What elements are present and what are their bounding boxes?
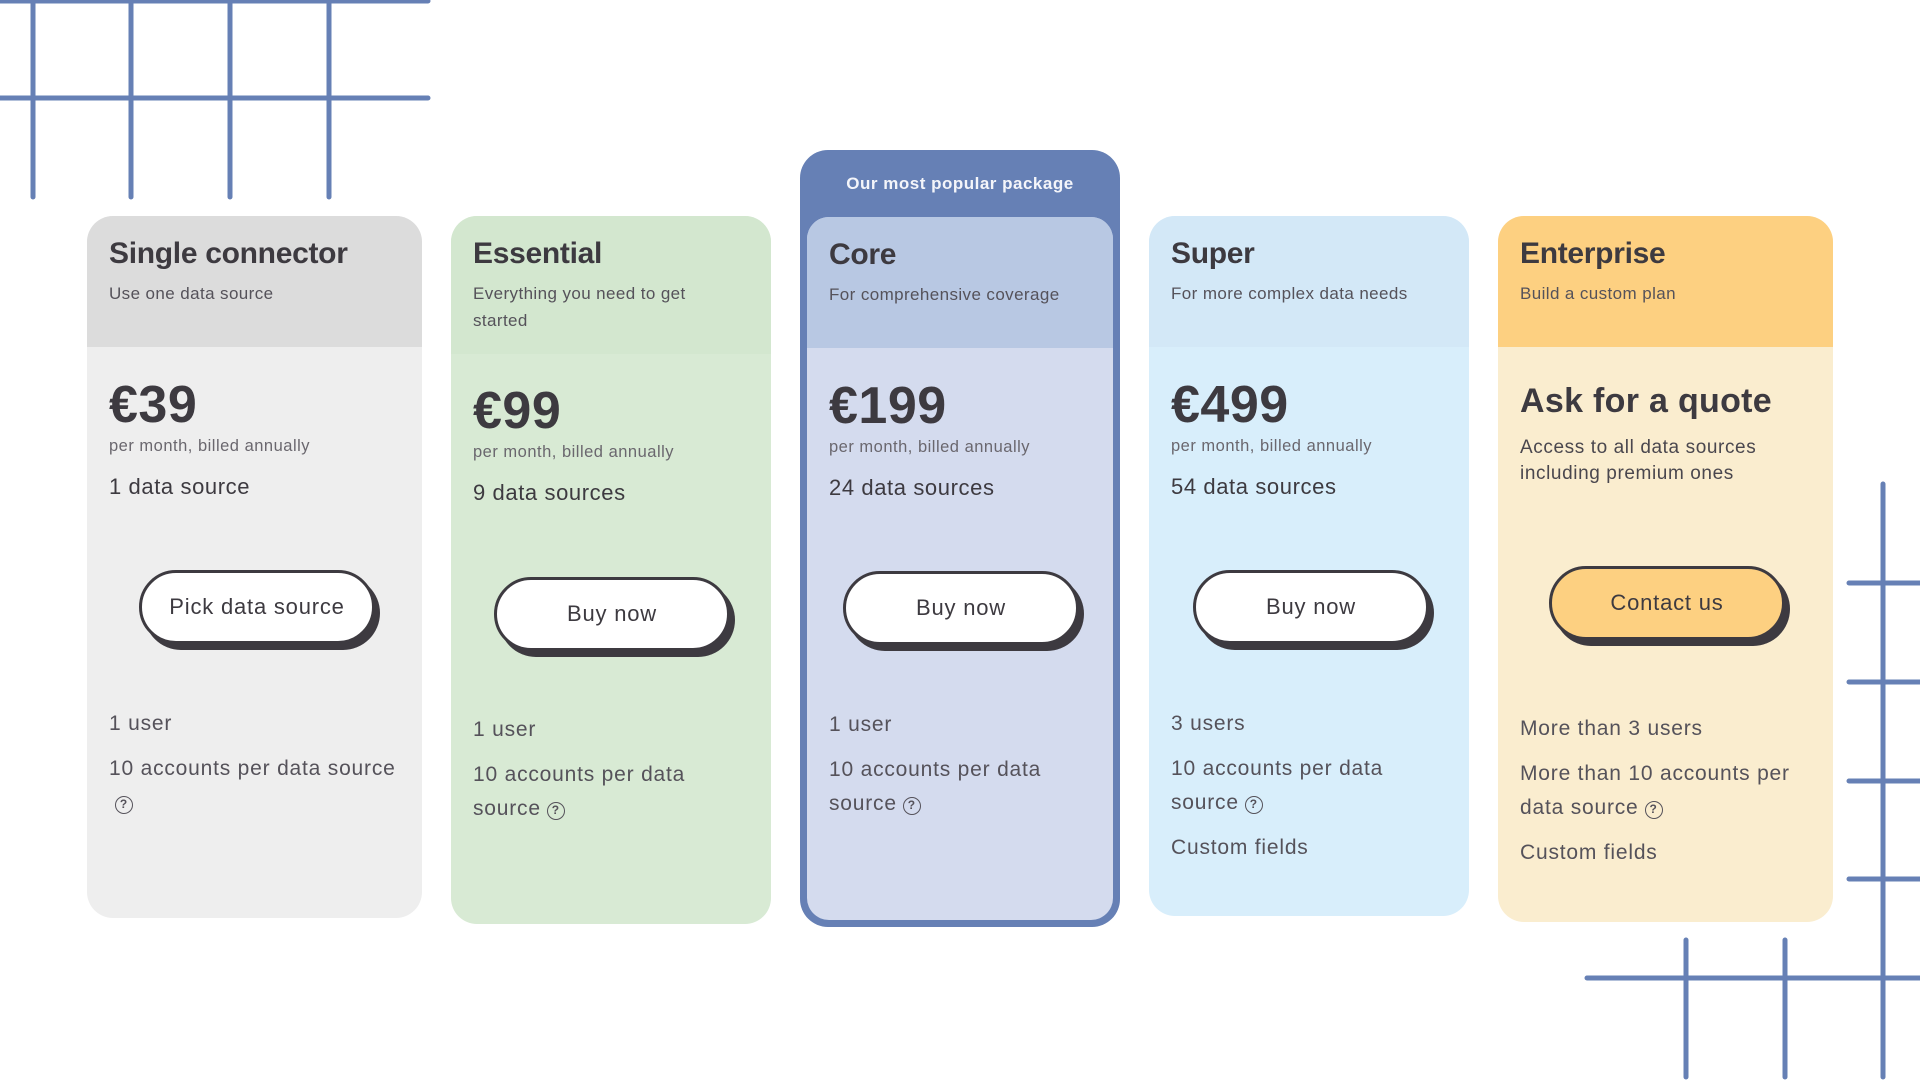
data-source-count: 24 data sources bbox=[829, 475, 995, 500]
plan-header: Super For more complex data needs bbox=[1149, 216, 1469, 347]
plan-header: Single connector Use one data source bbox=[87, 216, 422, 347]
feature-text: 10 accounts per data source bbox=[829, 758, 1042, 815]
plan-body: €499 per month, billed annually 54 data … bbox=[1149, 377, 1469, 501]
feature-item: 3 users bbox=[1171, 712, 1246, 735]
question-circle-icon[interactable]: ? bbox=[546, 802, 565, 820]
buy-now-button[interactable]: Buy now bbox=[494, 577, 730, 651]
feature-text: 10 accounts per data source bbox=[473, 763, 686, 820]
feature-item: 10 accounts per data source? bbox=[829, 753, 1095, 821]
feature-item: 1 user bbox=[829, 713, 893, 736]
plan-header: Essential Everything you need to get sta… bbox=[451, 216, 771, 354]
buy-now-button[interactable]: Buy now bbox=[843, 571, 1079, 645]
plan-tagline: Use one data source bbox=[109, 284, 274, 303]
plan-price: €99 bbox=[473, 382, 562, 440]
contact-us-button[interactable]: Contact us bbox=[1549, 566, 1785, 640]
feature-item: 10 accounts per data source? bbox=[473, 758, 753, 826]
plan-card-single-connector: Single connector Use one data source €39… bbox=[87, 216, 422, 918]
billing-note: per month, billed annually bbox=[829, 438, 1031, 456]
plan-tagline: For more complex data needs bbox=[1171, 284, 1408, 303]
feature-list: 1 user 10 accounts per data source? bbox=[473, 713, 753, 837]
pick-data-source-button[interactable]: Pick data source bbox=[139, 570, 375, 644]
question-circle-icon[interactable]: ? bbox=[115, 796, 133, 814]
feature-list: More than 3 users More than 10 accounts … bbox=[1520, 712, 1815, 881]
feature-item: 1 user bbox=[109, 712, 173, 735]
plan-tagline: For comprehensive coverage bbox=[829, 285, 1060, 304]
quote-title: Ask for a quote bbox=[1520, 382, 1772, 420]
data-source-count: 54 data sources bbox=[1171, 474, 1337, 499]
plan-card-core: Core For comprehensive coverage €199 per… bbox=[807, 217, 1113, 920]
feature-list: 1 user 10 accounts per data source? bbox=[109, 707, 404, 831]
feature-list: 1 user 10 accounts per data source? bbox=[829, 708, 1095, 832]
plan-price: €199 bbox=[829, 377, 947, 435]
data-source-count: 9 data sources bbox=[473, 480, 626, 505]
feature-item: Custom fields bbox=[1520, 841, 1658, 864]
plan-price: €499 bbox=[1171, 376, 1289, 434]
feature-text: 10 accounts per data source bbox=[109, 757, 396, 780]
feature-text: 10 accounts per data source bbox=[1171, 757, 1384, 814]
plan-name: Super bbox=[1171, 237, 1255, 270]
feature-item: 10 accounts per data source? bbox=[1171, 752, 1451, 820]
plan-header: Enterprise Build a custom plan bbox=[1498, 216, 1833, 347]
plan-body: Ask for a quote Access to all data sourc… bbox=[1498, 381, 1833, 487]
question-circle-icon[interactable]: ? bbox=[902, 797, 921, 815]
plan-card-super: Super For more complex data needs €499 p… bbox=[1149, 216, 1469, 916]
plan-name: Essential bbox=[473, 237, 603, 270]
plan-body: €199 per month, billed annually 24 data … bbox=[807, 378, 1113, 502]
plan-card-essential: Essential Everything you need to get sta… bbox=[451, 216, 771, 924]
plan-tagline: Everything you need to get started bbox=[473, 284, 686, 330]
plan-header: Core For comprehensive coverage bbox=[807, 217, 1113, 348]
feature-list: 3 users 10 accounts per data source? Cus… bbox=[1171, 707, 1451, 876]
plan-name: Single connector bbox=[109, 237, 348, 270]
plan-body: €99 per month, billed annually 9 data so… bbox=[451, 383, 771, 507]
plan-name: Enterprise bbox=[1520, 237, 1666, 270]
plan-tagline: Build a custom plan bbox=[1520, 284, 1676, 303]
feature-item: Custom fields bbox=[1171, 836, 1309, 859]
billing-note: per month, billed annually bbox=[109, 437, 311, 455]
feature-item: More than 10 accounts per data source? bbox=[1520, 757, 1815, 825]
plan-price: €39 bbox=[109, 376, 198, 434]
plan-card-enterprise: Enterprise Build a custom plan Ask for a… bbox=[1498, 216, 1833, 922]
billing-note: per month, billed annually bbox=[1171, 437, 1373, 455]
feature-item: More than 3 users bbox=[1520, 717, 1703, 740]
popular-badge: Our most popular package bbox=[846, 174, 1074, 193]
feature-item: 1 user bbox=[473, 718, 537, 741]
buy-now-button[interactable]: Buy now bbox=[1193, 570, 1429, 644]
plan-body: €39 per month, billed annually 1 data so… bbox=[87, 377, 422, 501]
question-circle-icon[interactable]: ? bbox=[1644, 801, 1663, 819]
quote-description: Access to all data sources including pre… bbox=[1520, 437, 1757, 484]
billing-note: per month, billed annually bbox=[473, 443, 675, 461]
plan-name: Core bbox=[829, 238, 897, 271]
feature-item: 10 accounts per data source? bbox=[109, 752, 404, 820]
question-circle-icon[interactable]: ? bbox=[1244, 796, 1263, 814]
data-source-count: 1 data source bbox=[109, 474, 251, 499]
